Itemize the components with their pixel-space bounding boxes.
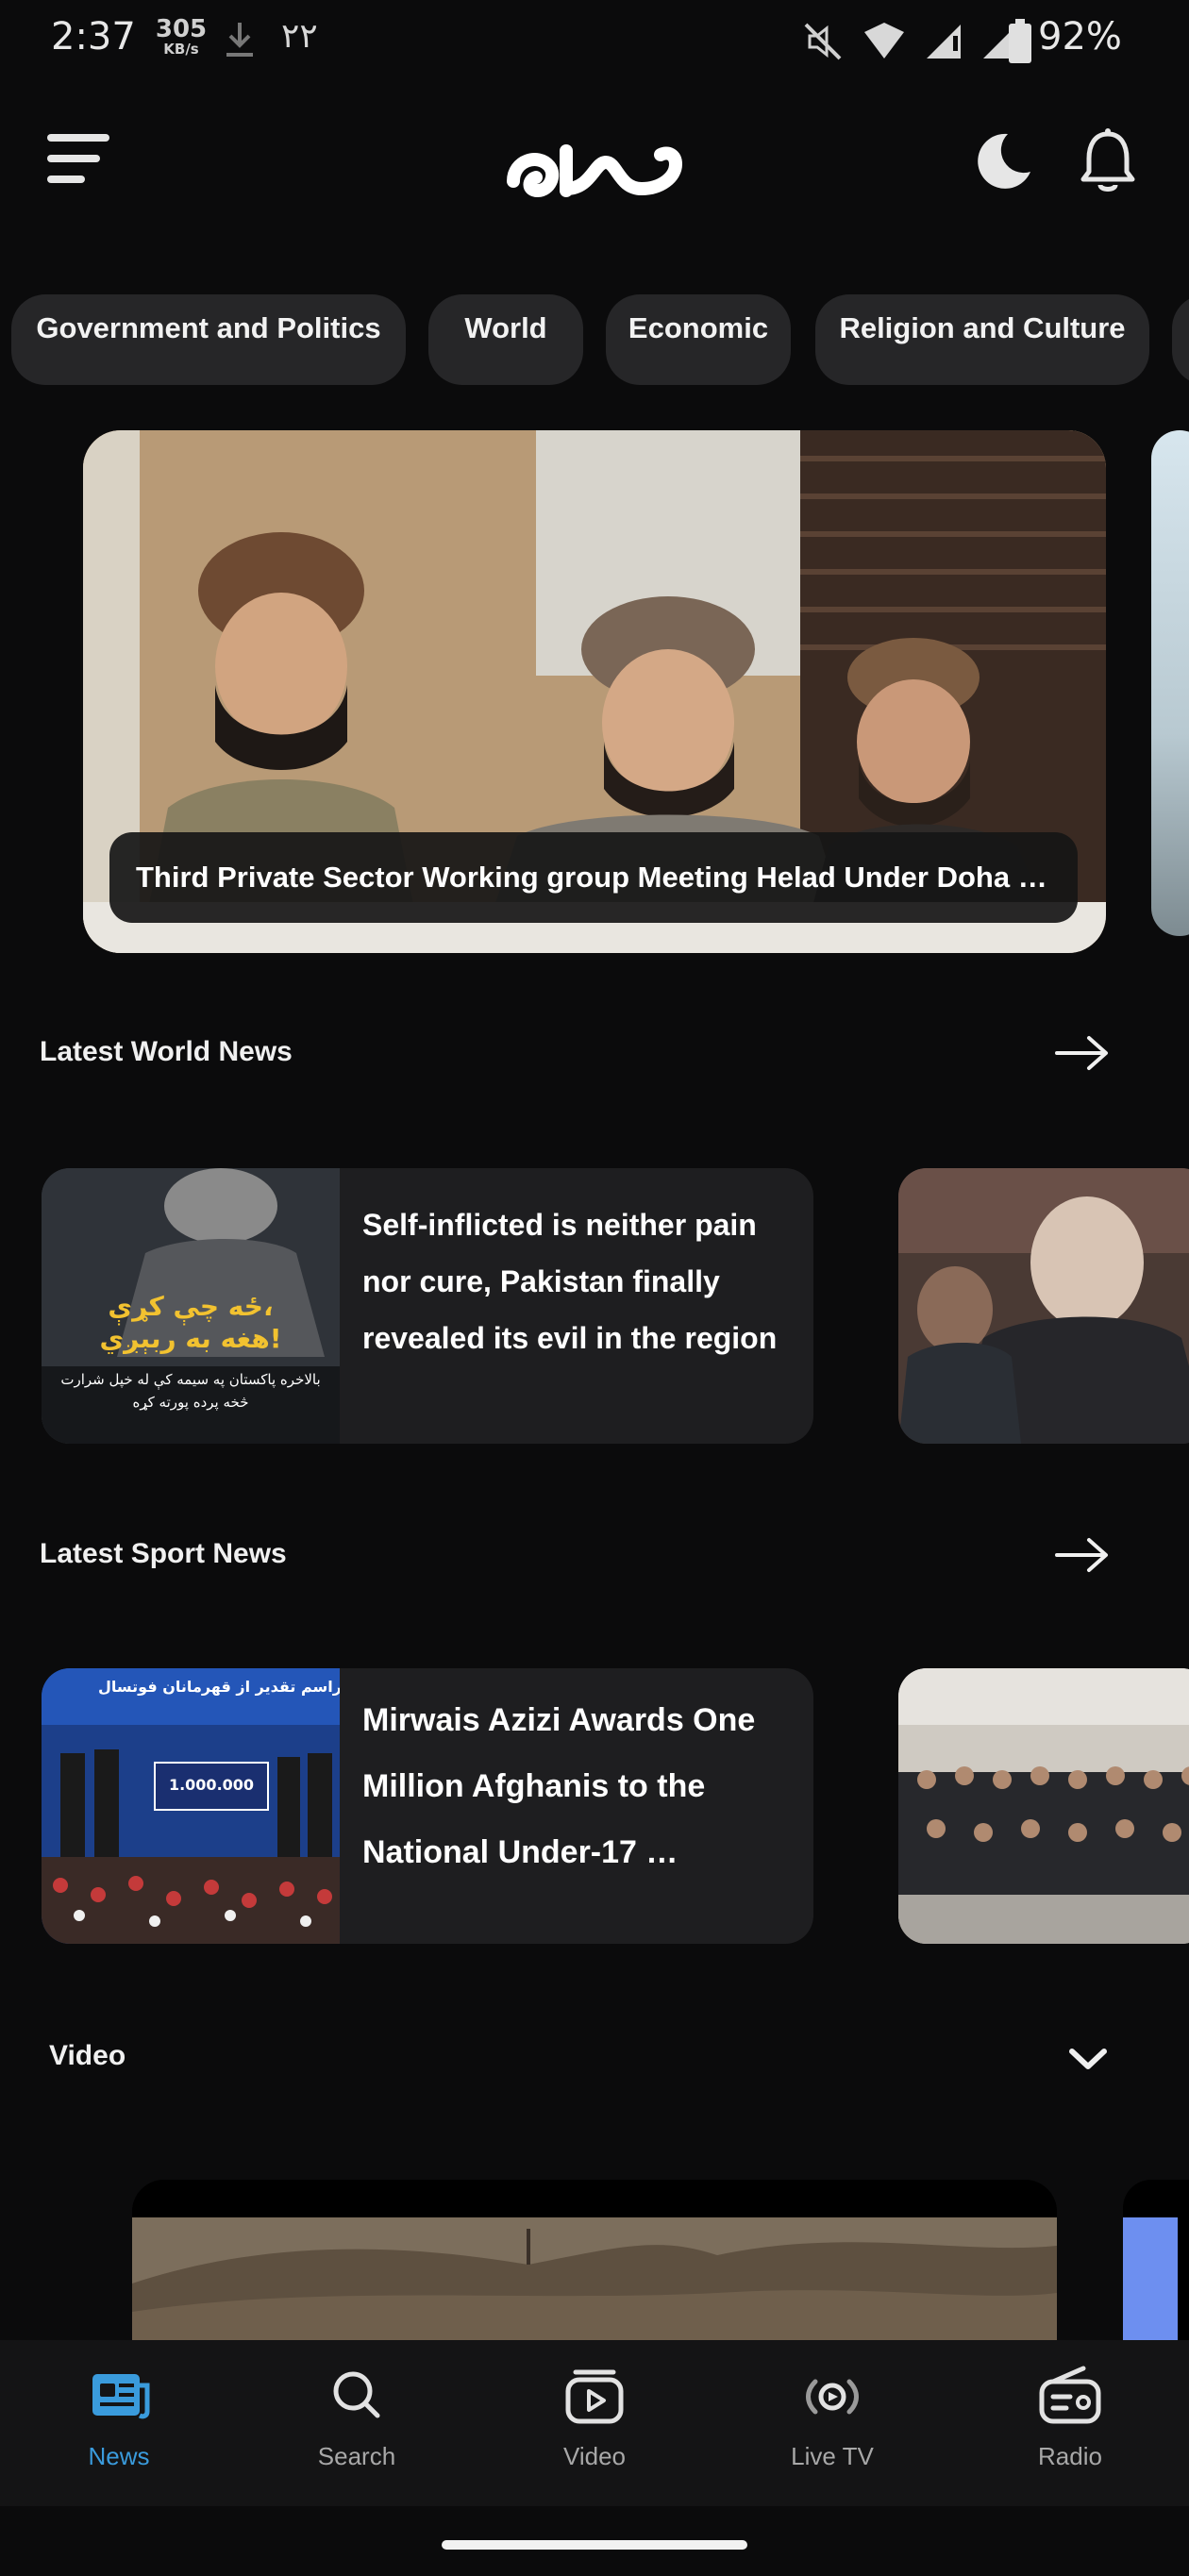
hero-next-card[interactable] (1151, 430, 1189, 936)
world-thumb-line-1: ځه چې کړې، (108, 1291, 274, 1322)
world-thumb-subtitle: بالاخره پاکستان په سیمه کې له خپل شرارت … (42, 1368, 340, 1413)
signal-icon-1 (925, 21, 963, 66)
wifi-icon (862, 21, 906, 66)
network-speed: 305 KB/s (153, 17, 209, 57)
sport-news-card[interactable]: مراسم تقدیر از قهرمانان فوتسال 1.000.000… (42, 1668, 813, 1944)
notifications-button[interactable] (1080, 126, 1146, 196)
chip-government-and-politics[interactable]: Government and Politics (11, 294, 406, 385)
download-icon (223, 19, 257, 64)
search-icon (333, 2371, 380, 2418)
nav-live-tv-label: Live TV (791, 2442, 874, 2470)
battery-icon (1008, 19, 1032, 68)
gesture-area (0, 2506, 1189, 2576)
video-next-thumbnail (1123, 2217, 1178, 2340)
sport-next-thumbnail (898, 1668, 1189, 1944)
hamburger-icon (47, 134, 109, 183)
live-broadcast-icon (806, 2379, 859, 2415)
chevron-down-icon (1069, 2049, 1107, 2069)
world-news-title: Self-inflicted is neither pain nor cure,… (362, 1208, 778, 1355)
notification-count: ٢٢ (281, 17, 318, 56)
world-see-all-button[interactable] (1053, 1034, 1110, 1072)
theme-toggle-button[interactable] (970, 128, 1036, 194)
section-title-sport: Latest Sport News (40, 1538, 287, 1569)
network-speed-value: 305 (155, 15, 208, 43)
arrow-right-icon (1055, 1538, 1108, 1572)
world-thumb-headline: ځه چې کړې، هغه به ربېږي! (42, 1291, 340, 1355)
chip-world[interactable]: World (428, 294, 583, 385)
bottom-navigation: News Search Video Live TV Radio (0, 2340, 1189, 2506)
world-thumb-line-4: څخه پرده پورته کړه (132, 1394, 249, 1411)
mute-icon (802, 21, 844, 66)
arrow-right-icon (1055, 1036, 1108, 1070)
status-time: 2:37 (51, 15, 136, 59)
nav-video-label: Video (562, 2442, 627, 2470)
hero-news-card[interactable]: Third Private Sector Working group Meeti… (83, 430, 1106, 953)
world-news-thumbnail: ځه چې کړې، هغه به ربېږي! بالاخره پاکستان… (42, 1168, 340, 1444)
chip-next[interactable] (1172, 294, 1189, 385)
nav-search-label: Search (317, 2442, 396, 2470)
sport-news-title: Mirwais Azizi Awards One Million Afghani… (362, 1702, 756, 1870)
nav-news-label: News (88, 2442, 150, 2470)
world-thumb-line-3: بالاخره پاکستان په سیمه کې له خپل شرارت (60, 1371, 321, 1388)
hero-caption: Third Private Sector Working group Meeti… (109, 832, 1078, 923)
nav-search[interactable]: Search (262, 2359, 451, 2471)
world-news-next-card[interactable] (898, 1168, 1189, 1444)
nav-news[interactable]: News (25, 2359, 213, 2471)
video-expand-button[interactable] (1064, 2042, 1112, 2076)
sport-see-all-button[interactable] (1053, 1536, 1110, 1574)
chip-economic[interactable]: Economic (606, 294, 791, 385)
chip-religion-and-culture[interactable]: Religion and Culture (815, 294, 1149, 385)
sport-thumb-banner: مراسم تقدیر از قهرمانان فوتسال (98, 1678, 340, 1696)
network-speed-unit: KB/s (163, 41, 199, 58)
bell-icon (1080, 128, 1135, 192)
app-header (0, 113, 1189, 208)
nav-radio-label: Radio (1038, 2442, 1102, 2470)
app-logo (500, 123, 689, 208)
radio-icon (1039, 2366, 1101, 2424)
nav-video[interactable]: Video (500, 2359, 689, 2471)
moon-icon (978, 133, 1030, 189)
battery-percent: 92% (1038, 15, 1122, 59)
nav-radio[interactable]: Radio (976, 2359, 1164, 2471)
home-gesture-bar[interactable] (442, 2540, 747, 2550)
world-next-thumbnail (898, 1168, 1189, 1444)
sport-thumb-cheque: 1.000.000 (168, 1776, 255, 1794)
status-icons (802, 21, 1019, 66)
newspaper-icon (92, 2374, 150, 2419)
section-title-video: Video (49, 2040, 126, 2071)
mili-logo-icon (507, 144, 683, 198)
status-bar: 2:37 305 KB/s ٢٢ 92% (0, 0, 1189, 79)
sport-news-next-card[interactable] (898, 1668, 1189, 1944)
section-title-world: Latest World News (40, 1036, 293, 1067)
world-news-card[interactable]: ځه چې کړې، هغه به ربېږي! بالاخره پاکستان… (42, 1168, 813, 1444)
sport-news-thumbnail: مراسم تقدیر از قهرمانان فوتسال 1.000.000 (42, 1668, 340, 1944)
video-next-card[interactable] (1123, 2180, 1189, 2340)
video-thumbnail-card[interactable] (132, 2180, 1057, 2340)
menu-button[interactable] (42, 126, 117, 192)
video-thumbnail-image (132, 2180, 1057, 2340)
video-play-icon (565, 2369, 624, 2424)
world-thumb-line-2: هغه به ربېږي! (99, 1323, 282, 1354)
category-chips: Government and Politics World Economic R… (0, 294, 1189, 385)
nav-live-tv[interactable]: Live TV (738, 2359, 927, 2471)
